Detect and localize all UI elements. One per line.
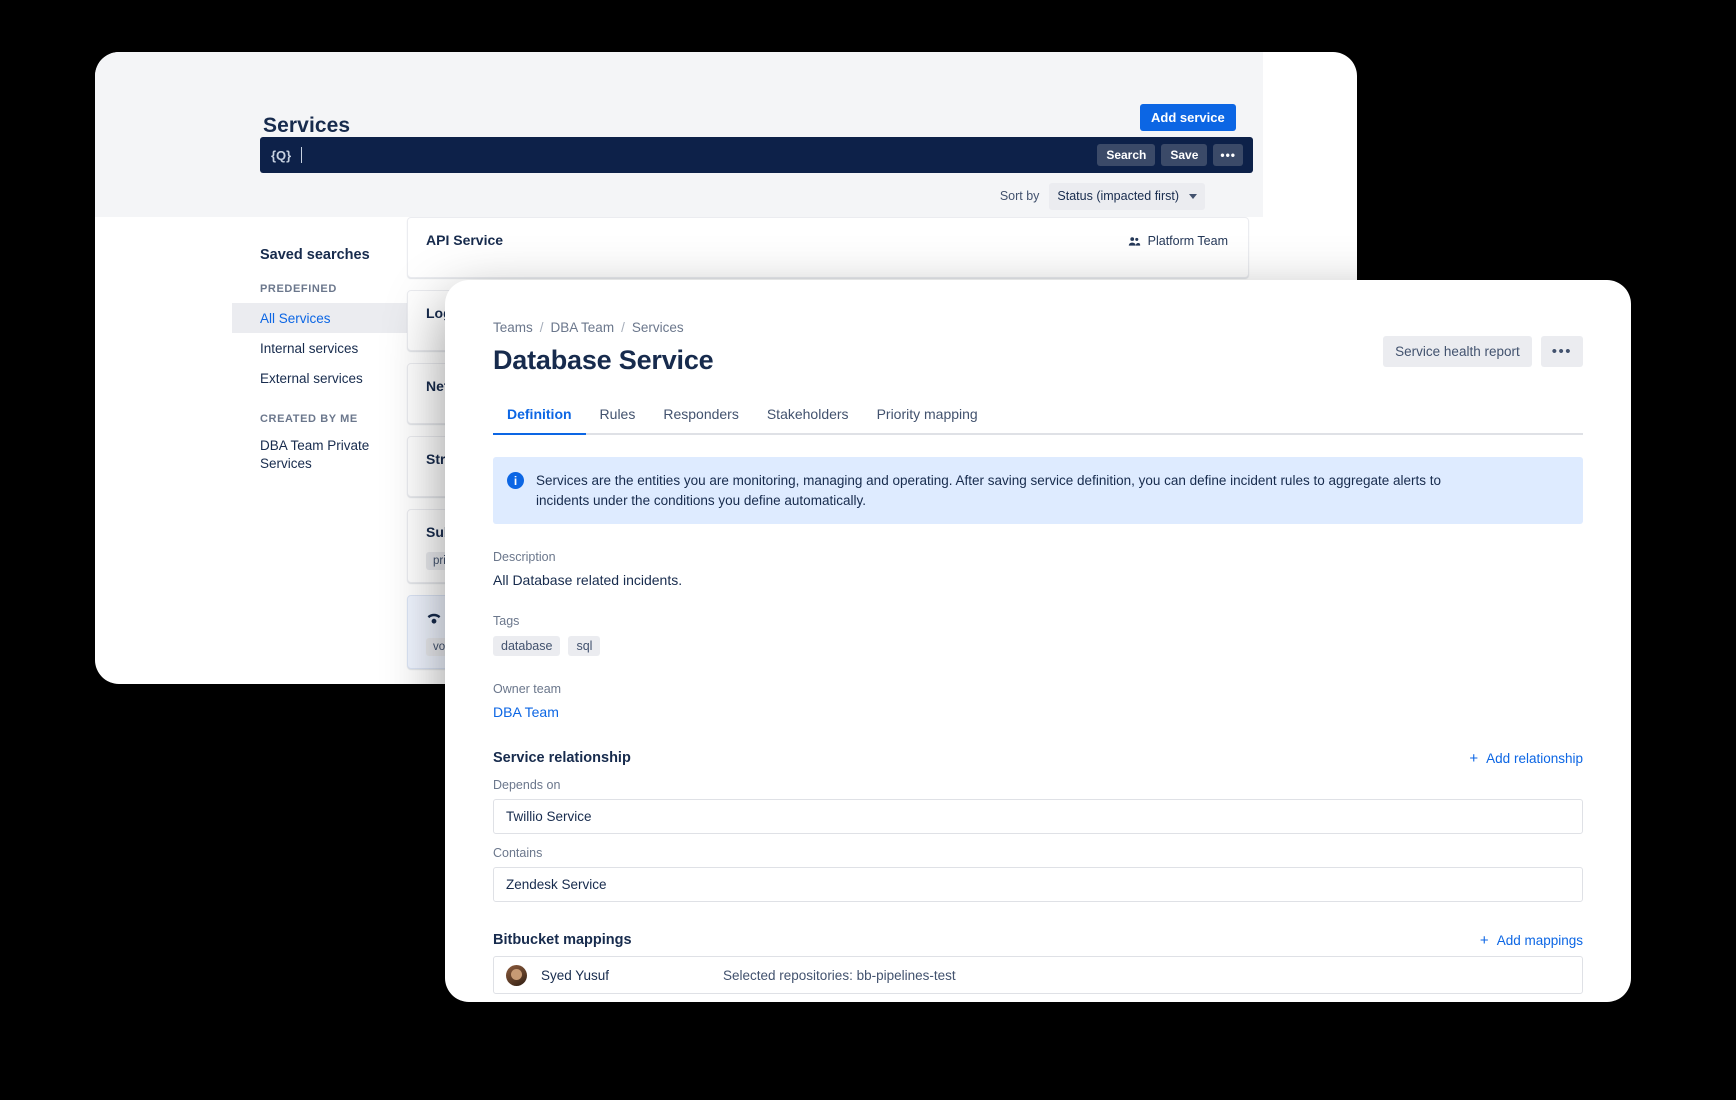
add-relationship-button[interactable]: + Add relationship [1469, 751, 1583, 766]
jql-search-bar[interactable]: {Q} Search Save ••• [260, 137, 1253, 173]
service-name: API Service [426, 232, 1230, 248]
sort-row: Sort by Status (impacted first) [95, 178, 1263, 214]
service-relationship-title: Service relationship [493, 750, 631, 766]
sidebar-item-external-services[interactable]: External services [232, 363, 407, 393]
sort-by-label: Sort by [1000, 189, 1040, 203]
sidebar-item-all-services[interactable]: All Services [232, 303, 407, 333]
tab-priority-mapping[interactable]: Priority mapping [863, 402, 992, 433]
depends-on-label: Depends on [493, 778, 1583, 792]
bitbucket-mappings-title: Bitbucket mappings [493, 932, 632, 948]
sidebar-item-label: External services [260, 371, 363, 386]
breadcrumb: Teams / DBA Team / Services [493, 320, 1583, 335]
tags-list: database sql [493, 636, 1583, 656]
service-health-report-button[interactable]: Service health report [1383, 336, 1532, 367]
saved-searches-group-heading-created-by-me: CREATED BY ME [260, 413, 407, 425]
sidebar-item-internal-services[interactable]: Internal services [232, 333, 407, 363]
add-mappings-label: Add mappings [1497, 933, 1583, 948]
depends-on-value: Twillio Service [506, 809, 592, 824]
tab-label: Priority mapping [877, 406, 978, 422]
service-relationship-header: Service relationship + Add relationship [493, 750, 1583, 766]
people-icon [1128, 235, 1141, 248]
add-relationship-label: Add relationship [1486, 751, 1583, 766]
saved-searches-title: Saved searches [260, 247, 407, 263]
owner-team-link[interactable]: DBA Team [493, 704, 1583, 720]
tab-label: Stakeholders [767, 406, 849, 422]
service-detail-window: Teams / DBA Team / Services Database Ser… [445, 280, 1631, 1002]
tab-label: Responders [663, 406, 739, 422]
tab-label: Definition [507, 406, 572, 422]
breadcrumb-item-services[interactable]: Services [632, 320, 684, 335]
owner-team-label: Owner team [493, 682, 1583, 696]
service-owner-team: Platform Team [1128, 234, 1228, 248]
info-banner: i Services are the entities you are moni… [493, 457, 1583, 524]
contains-label: Contains [493, 846, 1583, 860]
tab-rules[interactable]: Rules [586, 402, 650, 433]
bitbucket-mappings-header: Bitbucket mappings + Add mappings [493, 932, 1583, 948]
sort-by-value: Status (impacted first) [1057, 189, 1179, 203]
detail-header-actions: Service health report ••• [1383, 336, 1583, 367]
tag-chip-database: database [493, 636, 560, 656]
plus-icon: + [1469, 751, 1478, 766]
sort-by-select[interactable]: Status (impacted first) [1049, 183, 1205, 210]
sidebar-item-label: Internal services [260, 341, 358, 356]
page-title: Services [263, 114, 350, 138]
detail-tabs: Definition Rules Responders Stakeholders… [493, 402, 1583, 435]
description-value: All Database related incidents. [493, 572, 1583, 588]
sidebar-item-label: All Services [260, 311, 331, 326]
ellipsis-icon[interactable]: ••• [1541, 336, 1583, 367]
saved-searches-sidebar: Saved searches PREDEFINED All Services I… [232, 217, 407, 684]
info-icon: i [507, 472, 524, 489]
plus-icon: + [1480, 933, 1489, 948]
info-banner-text: Services are the entities you are monito… [536, 471, 1496, 510]
services-topbar: Services Add service {Q} Search Save •••… [95, 52, 1263, 217]
bitbucket-mapping-row[interactable]: Syed Yusuf Selected repositories: bb-pip… [493, 956, 1583, 994]
search-button[interactable]: Search [1097, 144, 1155, 166]
tab-stakeholders[interactable]: Stakeholders [753, 402, 863, 433]
breadcrumb-separator: / [621, 320, 625, 335]
twilio-icon [426, 610, 442, 626]
sidebar-item-dba-team-private-services[interactable]: DBA Team Private Services [232, 433, 407, 477]
tab-responders[interactable]: Responders [649, 402, 753, 433]
tag-chip-sql: sql [568, 636, 600, 656]
bitbucket-mapping-repositories: Selected repositories: bb-pipelines-test [723, 968, 956, 983]
description-label: Description [493, 550, 1583, 564]
tab-definition[interactable]: Definition [493, 402, 586, 433]
tab-label: Rules [600, 406, 636, 422]
tags-label: Tags [493, 614, 1583, 628]
service-card-api-service[interactable]: API Service Platform Team [407, 217, 1249, 278]
depends-on-input[interactable]: Twillio Service [493, 799, 1583, 834]
breadcrumb-item-teams[interactable]: Teams [493, 320, 533, 335]
screenshot-stage: Services Add service {Q} Search Save •••… [0, 0, 1736, 1100]
add-service-button[interactable]: Add service [1140, 104, 1236, 131]
avatar [506, 965, 527, 986]
saved-searches-group-heading-predefined: PREDEFINED [260, 283, 407, 295]
sidebar-item-label: DBA Team Private Services [260, 438, 369, 471]
service-owner-team-label: Platform Team [1148, 234, 1228, 248]
add-mappings-button[interactable]: + Add mappings [1480, 933, 1583, 948]
contains-input[interactable]: Zendesk Service [493, 867, 1583, 902]
chevron-down-icon [1189, 194, 1197, 199]
breadcrumb-item-dba-team[interactable]: DBA Team [551, 320, 615, 335]
search-input-caret [301, 147, 302, 163]
save-search-button[interactable]: Save [1161, 144, 1207, 166]
bitbucket-mapping-user: Syed Yusuf [541, 968, 709, 983]
service-detail-content: Teams / DBA Team / Services Database Ser… [445, 280, 1631, 994]
jql-token-icon: {Q} [271, 148, 291, 163]
contains-value: Zendesk Service [506, 877, 607, 892]
breadcrumb-separator: / [540, 320, 544, 335]
search-more-button[interactable]: ••• [1213, 144, 1243, 166]
